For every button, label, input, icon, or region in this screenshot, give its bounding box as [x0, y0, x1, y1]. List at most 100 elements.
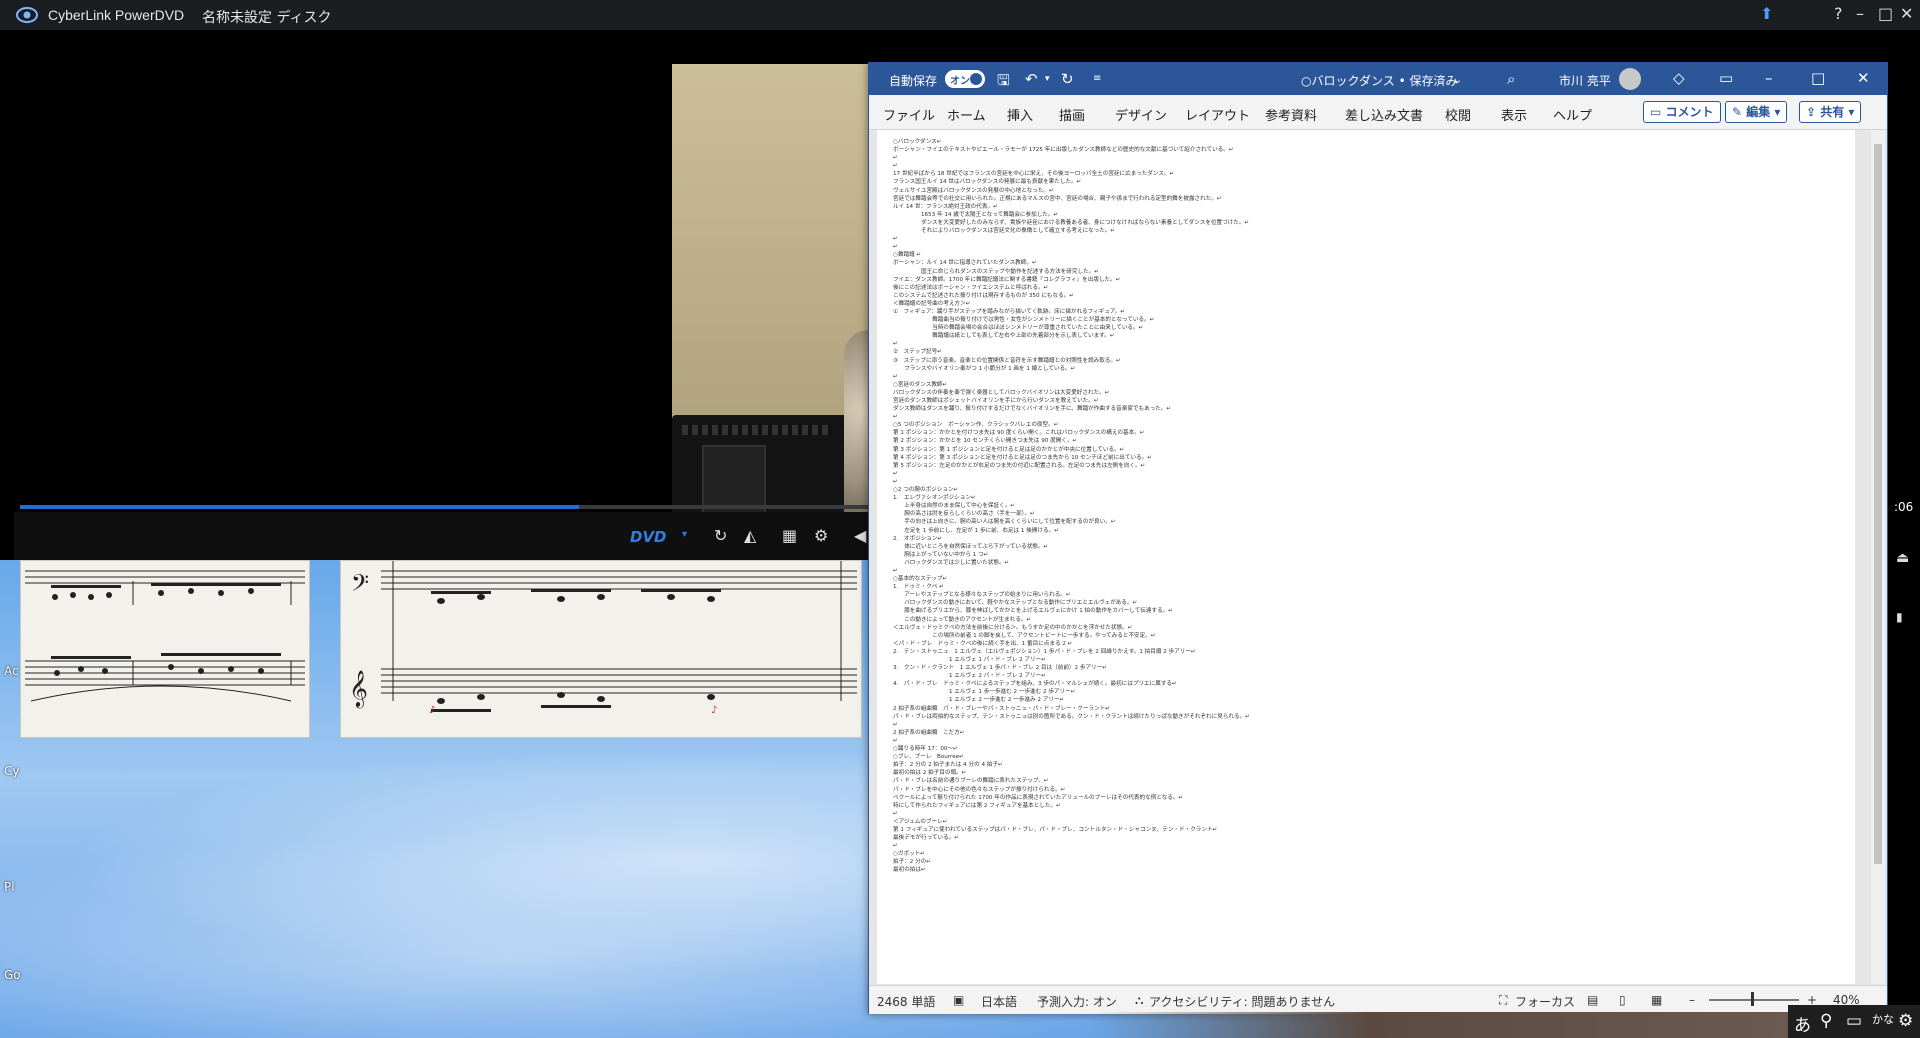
document-line[interactable]: 膝を曲げるプリエから、膝を伸ばしてかかとを上げるエルヴェにかけ 1 拍の動作をカ…	[893, 607, 1250, 615]
document-line[interactable]: それによりバロックダンスは宮廷文化の象徴として確立する考えになった。↵	[893, 227, 1250, 235]
document-line[interactable]: ↵	[893, 340, 1250, 348]
document-line[interactable]: ○5 つのポジション ボーシャン作、クラシックバレエの原型。↵	[893, 421, 1250, 429]
undo-icon[interactable]: ↶	[1025, 70, 1038, 88]
document-line[interactable]: ③ ステップに添う音楽。音楽との位置関係と音符を示す舞踏譜との対照性を読み取る。…	[893, 357, 1250, 365]
document-line[interactable]: 1 エルヴェ 1 歩一歩進む 2 一歩進む 2 歩アリー↵	[893, 688, 1250, 696]
tab-review[interactable]: 校閲	[1445, 105, 1471, 124]
eject-icon[interactable]: ⏏	[1896, 550, 1909, 566]
chevron-down-icon[interactable]: ⌄	[1453, 73, 1462, 86]
print-layout-icon[interactable]: ▯	[1619, 993, 1626, 1007]
document-line[interactable]: 拍子：2 分の↵	[893, 858, 1250, 866]
ime-tool-icon[interactable]: ⚲	[1820, 1011, 1832, 1031]
document-line[interactable]: 最初の拍は↵	[893, 866, 1250, 874]
document-line[interactable]: 2 拍子系の組曲類 パ・ド・ブレーやパ・ストゥニュ・パ・ド・ブレー・クーラント↵	[893, 705, 1250, 713]
document-line[interactable]: ○舞踏譜 ↵	[893, 251, 1250, 259]
document-body[interactable]: ○バロックダンス↵ ボーシャン・フイエのテキストやピエール・ラモーが 1725 年…	[893, 138, 1250, 875]
desktop-icon-label[interactable]: Go	[4, 968, 21, 982]
ime-pad-icon[interactable]: ▭	[1846, 1011, 1862, 1031]
chevron-down-icon[interactable]: ▾	[1045, 74, 1050, 84]
audio-mode-icon[interactable]: ◭	[744, 526, 756, 545]
document-line[interactable]: ↵	[893, 162, 1250, 170]
document-line[interactable]: ○宮廷のダンス教師↵	[893, 381, 1250, 389]
document-line[interactable]: この場所の前者 1 の脚を戻して、アクセントビートに一歩する。やってみると不安定…	[893, 632, 1250, 640]
document-line[interactable]: ペクールによって振り付けられた 1700 年の作品に表現されていたアリュールのブ…	[893, 794, 1250, 802]
document-line[interactable]: ↵	[893, 737, 1250, 745]
document-line[interactable]: パ・ド・ブレは名前の通りブーレの舞踏に表れたステップ。↵	[893, 777, 1250, 785]
zoom-slider[interactable]	[1709, 999, 1799, 1001]
document-line[interactable]: 特にして作られたフィギュアには第 2 フィギュアを基本とした。↵	[893, 802, 1250, 810]
user-name[interactable]: 市川 亮平	[1559, 72, 1611, 89]
document-line[interactable]: 2. オポジション↵	[893, 535, 1250, 543]
accessibility-status[interactable]: アクセシビリティ: 問題ありません	[1149, 993, 1335, 1010]
document-line[interactable]: このシステムで記述された振り付けは現存するものが 350 にもなる。↵	[893, 292, 1250, 300]
minimize-icon[interactable]: –	[1765, 69, 1773, 87]
document-line[interactable]: 舞踏曲当の振り付けでは男性・女性がシンメトリーに描くことが基本的となっている。↵	[893, 316, 1250, 324]
document-line[interactable]: ＜エルヴェ・ドゥミクペの方法を前後に分ける＞。もうすか足の中のかかとを浮かせた状…	[893, 624, 1250, 632]
document-line[interactable]: 舞踏譜は紙としても表して左右や上部の先着部分を示し表しています。↵	[893, 332, 1250, 340]
document-line[interactable]: ルイ 14 世：フランス絶対王政の代表。↵	[893, 203, 1250, 211]
document-line[interactable]: 最後デモが行っている。↵	[893, 834, 1250, 842]
document-line[interactable]: 腕の高さは肘を反らしくらいの高さ（手を一部）。↵	[893, 510, 1250, 518]
document-line[interactable]: 4. パ・ド・ブレ ドゥミ・クペによるステップを組み、3 歩のパ・マルシェが続く…	[893, 680, 1250, 688]
document-line[interactable]: 17 世紀半ばから 18 世紀ではフランスの宮廷を中心に栄え、その後ヨーロッパ全…	[893, 170, 1250, 178]
scrollbar-thumb[interactable]	[1874, 144, 1882, 864]
document-line[interactable]: 第 4 ポジション：第 3 ポジションと足を付けると足は足のつま先から 10 セ…	[893, 454, 1250, 462]
edit-button[interactable]: ✎ 編集 ▾	[1725, 101, 1788, 123]
document-line[interactable]: ↵	[893, 413, 1250, 421]
document-line[interactable]: ↵	[893, 721, 1250, 729]
document-line[interactable]: ○踊りる時年 17：00～↵	[893, 745, 1250, 753]
document-line[interactable]: ○ガボット↵	[893, 850, 1250, 858]
repeat-icon[interactable]: ↻	[714, 526, 727, 545]
tab-file[interactable]: ファイル	[883, 105, 935, 124]
language-label[interactable]: 日本語	[981, 993, 1017, 1010]
predictive-input[interactable]: 予測入力: オン	[1037, 993, 1117, 1010]
maximize-icon[interactable]: □	[1878, 4, 1893, 23]
source-label[interactable]: DVD	[630, 528, 667, 546]
document-line[interactable]: アーレやステップとなる様々なステップの始まりに用いられる。↵	[893, 591, 1250, 599]
document-line[interactable]: 第 1 ポジション：かかとを付けつま先は 90 度くらい開く。これはバロックダン…	[893, 429, 1250, 437]
document-line[interactable]: 1653 年 14 歳で太陽王となって舞踏会に参加した。↵	[893, 211, 1250, 219]
document-line[interactable]: 第 5 ポジション：左足のかかとが右足のつま先の付近に配置される。左足のつま先は…	[893, 462, 1250, 470]
document-line[interactable]: 手の向きは上向きに、腕の高い人は腕を高くくらいにして位置を配するのが良い。↵	[893, 518, 1250, 526]
document-line[interactable]: フランスやバイオリン奏がつ 1 小節分が 1 画を 1 線としている。↵	[893, 365, 1250, 373]
desktop-icon-label[interactable]: Ac	[4, 664, 19, 678]
document-line[interactable]: 国王に命じられダンスのステップや動作を記述する方法を研究した。↵	[893, 268, 1250, 276]
save-icon[interactable]: 🖫	[997, 70, 1010, 95]
document-canvas[interactable]: ○バロックダンス↵ ボーシャン・フイエのテキストやピエール・ラモーが 1725 年…	[869, 130, 1869, 984]
document-line[interactable]: 1. ドゥミ・クペ ↵	[893, 583, 1250, 591]
document-line[interactable]: 左足を 1 歩前にし、左足が 1 歩に前、右足は 1 後開ける。↵	[893, 527, 1250, 535]
tab-design[interactable]: デザイン	[1115, 105, 1167, 124]
chevron-down-icon[interactable]: ▾	[682, 529, 687, 540]
document-line[interactable]: ○2 つの腕のポジション↵	[893, 486, 1250, 494]
share-button[interactable]: ⇪ 共有 ▾	[1799, 101, 1862, 123]
customize-toolbar-icon[interactable]: ≡	[1093, 73, 1101, 84]
tab-help[interactable]: ヘルプ	[1553, 105, 1592, 124]
document-line[interactable]: 1. エレヴァシオンポジション↵	[893, 494, 1250, 502]
vertical-scrollbar[interactable]	[1871, 130, 1885, 984]
document-line[interactable]: ↵	[893, 154, 1250, 162]
document-line[interactable]: ＜アジュムのブーレ↵	[893, 818, 1250, 826]
powerdvd-title-bar[interactable]: CyberLink PowerDVD 名称未設定 ディスク ⬆ ? – □ ✕	[0, 0, 1920, 30]
document-line[interactable]: 腕は上がっていない中から 1 つ↵	[893, 551, 1250, 559]
tab-layout[interactable]: レイアウト	[1185, 105, 1250, 124]
zoom-out-icon[interactable]: –	[1689, 993, 1695, 1007]
document-line[interactable]: ダンスを大変愛好したのみならず、貴族や廷臣における教養ある者、身につけなければな…	[893, 219, 1250, 227]
close-icon[interactable]: ✕	[1900, 4, 1913, 23]
document-line[interactable]: ↵	[893, 810, 1250, 818]
upgrade-icon[interactable]: ⬆	[1760, 4, 1773, 23]
menu-grid-icon[interactable]: ▦	[782, 526, 797, 545]
desktop-icon-label[interactable]: Pl	[4, 880, 15, 894]
document-line[interactable]: ○ブレ、ブーレ Bourree↵	[893, 753, 1250, 761]
document-line[interactable]: 宮廷では舞踏会等での社交に用いられた。正規にあるマルスの宮中、宮廷の場合、親子や…	[893, 195, 1250, 203]
document-line[interactable]: パ・ド・ブレを中心にその他の色々なステップが振り付けられる。↵	[893, 786, 1250, 794]
help-icon[interactable]: ?	[1834, 4, 1843, 23]
document-line[interactable]: ＜舞踏譜の記号曲の考え方＞↵	[893, 300, 1250, 308]
proofing-icon[interactable]: ▣	[953, 993, 964, 1007]
word-title-bar[interactable]: 自動保存 オン 🖫 ↶ ▾ ↻ ≡ ○バロックダンス • 保存済み ⌄ ⌕ 市川…	[869, 63, 1887, 95]
word-count[interactable]: 2468 単語	[877, 993, 935, 1010]
volume-bar-icon[interactable]: ▮	[1896, 610, 1903, 624]
document-line[interactable]: ② ステップ記号↵	[893, 348, 1250, 356]
document-line[interactable]: ボーシャン・フイエのテキストやピエール・ラモーが 1725 年に出版したダンス教…	[893, 146, 1250, 154]
redo-icon[interactable]: ↻	[1061, 70, 1074, 88]
document-line[interactable]: 1 エルヴェ 1 パ・ド・ブレ 2 アリー↵	[893, 656, 1250, 664]
